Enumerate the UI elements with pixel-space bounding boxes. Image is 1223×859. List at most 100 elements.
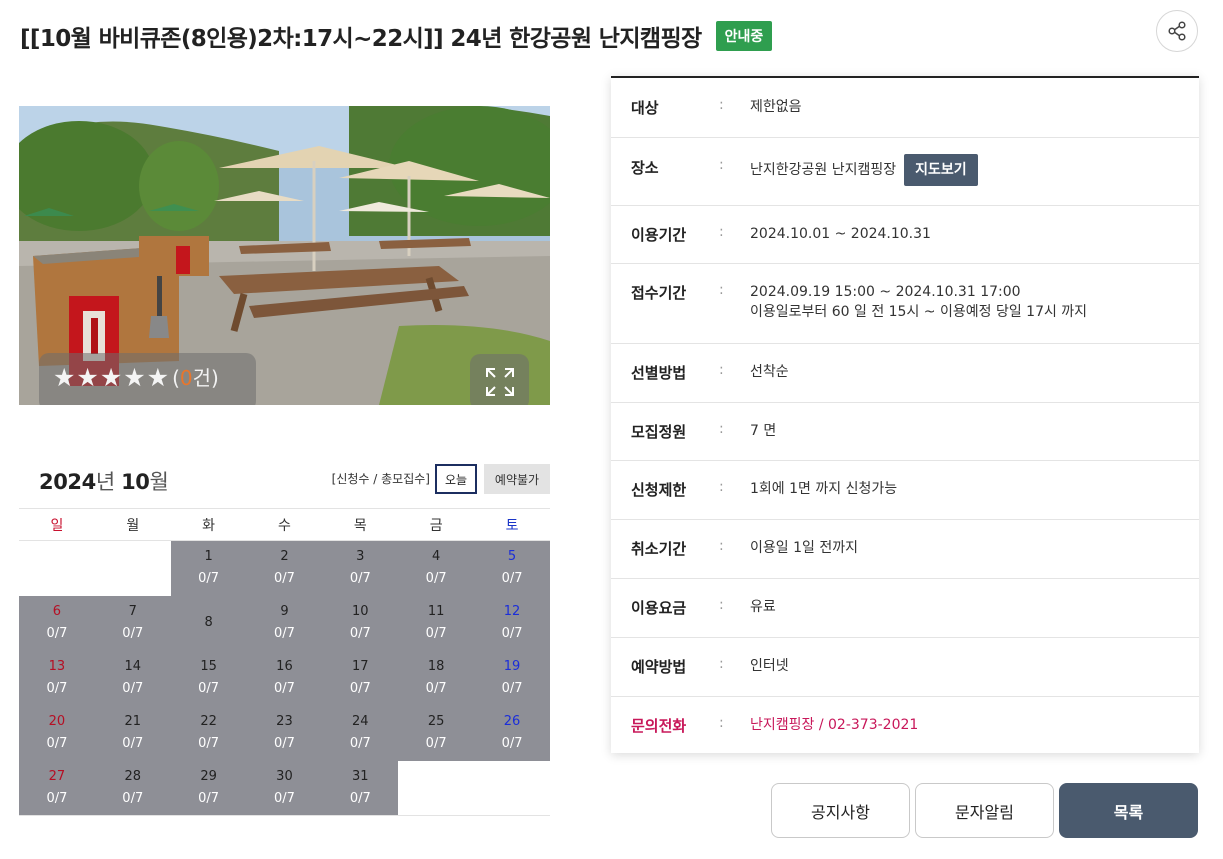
reception-rule: 이용일로부터 60 일 전 15시 ~ 이용예정 당일 17시 까지 [750,304,1088,320]
info-label-cancel: 취소기간 [631,540,687,558]
expand-button[interactable] [470,354,529,405]
calendar-week-row: 27 0/7 28 0/7 29 0/7 30 0/7 31 0/7 [19,760,550,816]
info-row-limit: 신청제한 : 1회에 1면 까지 신청가능 [611,461,1199,520]
info-label-contact: 문의전화 [631,717,687,735]
calendar-day-count: 0/7 [501,681,523,696]
weekday-header: 목 [322,508,399,541]
calendar-day-cell[interactable]: 21 0/7 [94,705,171,761]
calendar-day-number: 13 [48,659,66,674]
calendar-day-cell[interactable]: 20 0/7 [19,705,95,761]
info-colon: : [719,479,724,495]
weekday-header: 수 [246,508,323,541]
calendar-day-cell[interactable]: 28 0/7 [94,760,171,816]
info-value-reception: 2024.09.19 15:00 ~ 2024.10.31 17:00 이용일로… [750,282,1087,322]
map-button[interactable]: 지도보기 [904,154,978,186]
info-colon: : [719,157,724,173]
info-label-capacity: 모집정원 [631,423,687,441]
info-colon: : [719,715,724,731]
calendar-day-cell[interactable]: 16 0/7 [246,650,323,706]
calendar-day-number: 26 [503,714,521,729]
calendar-day-number: 25 [427,714,445,729]
calendar-month-title: 2024년 10월 [39,466,169,496]
calendar-day-cell[interactable]: 5 0/7 [474,540,550,596]
calendar-day-cell[interactable]: 11 0/7 [398,595,475,651]
weekday-header: 토 [474,508,550,541]
calendar-empty-cell [19,540,95,596]
calendar-day-cell[interactable]: 25 0/7 [398,705,475,761]
weekday-header: 월 [94,508,171,541]
calendar-day-number: 10 [352,604,369,619]
calendar-day-number: 17 [352,659,369,674]
calendar-empty-cell [398,760,475,816]
calendar-day-cell[interactable]: 8 [170,595,247,651]
calendar-day-number: 27 [48,768,66,784]
info-label-reception: 접수기간 [631,284,687,302]
calendar-day-number: 15 [200,659,217,674]
calendar-day-number: 23 [276,714,293,729]
calendar-day-cell[interactable]: 6 0/7 [19,595,95,651]
calendar-day-cell[interactable]: 9 0/7 [246,595,323,651]
calendar-day-cell[interactable]: 29 0/7 [170,760,247,816]
calendar-day-count: 0/7 [198,681,220,696]
calendar-day-cell[interactable]: 1 0/7 [170,540,247,596]
calendar-day-cell[interactable]: 26 0/7 [474,705,550,761]
calendar-day-cell[interactable]: 22 0/7 [170,705,247,761]
calendar-day-number: 6 [52,604,62,619]
calendar-day-cell[interactable]: 15 0/7 [170,650,247,706]
calendar-day-cell[interactable]: 31 0/7 [322,760,399,816]
weekday-header: 금 [398,508,475,541]
campsite-photo: ★★★★★ (0건) [19,106,550,405]
calendar-day-count: 0/7 [122,736,144,751]
calendar-day-number: 20 [48,714,66,729]
weekday-header: 일 [19,508,95,541]
calendar-day-cell[interactable]: 27 0/7 [19,760,95,816]
calendar-day-cell[interactable]: 19 0/7 [474,650,550,706]
info-value-contact[interactable]: 난지캠핑장 / 02-373-2021 [750,715,918,735]
calendar-weekday-row: 일월화수목금토 [19,508,550,541]
calendar-day-count: 0/7 [349,681,371,696]
calendar-day-cell[interactable]: 30 0/7 [246,760,323,816]
calendar-day-count: 0/7 [46,736,68,751]
calendar-day-cell[interactable]: 2 0/7 [246,540,323,596]
calendar-day-count: 0/7 [425,736,447,751]
info-value-fee: 유료 [750,599,776,615]
list-button[interactable]: 목록 [1059,783,1198,838]
unavailable-legend: 예약불가 [484,464,550,494]
calendar-day-cell[interactable]: 4 0/7 [398,540,475,596]
calendar-day-cell[interactable]: 13 0/7 [19,650,95,706]
calendar-empty-cell [474,760,550,816]
info-label-selection: 선별방법 [631,364,687,382]
calendar-day-cell[interactable]: 7 0/7 [94,595,171,651]
calendar-day-cell[interactable]: 23 0/7 [246,705,323,761]
sms-alert-button[interactable]: 문자알림 [915,783,1054,838]
calendar-day-cell[interactable]: 17 0/7 [322,650,399,706]
calendar-day-cell[interactable]: 24 0/7 [322,705,399,761]
today-button[interactable]: 오늘 [435,464,477,494]
calendar-day-cell[interactable]: 14 0/7 [94,650,171,706]
share-button[interactable] [1156,10,1198,52]
expand-icon [485,368,514,396]
info-row-method: 예약방법 : 인터넷 [611,638,1199,697]
info-row-selection: 선별방법 : 선착순 [611,344,1199,403]
info-row-capacity: 모집정원 : 7 면 [611,403,1199,461]
calendar-day-number: 21 [124,714,142,729]
calendar-day-cell[interactable]: 18 0/7 [398,650,475,706]
calendar-day-count: 0/7 [349,736,371,751]
rating-open: ( [172,366,180,390]
calendar-day-count: 0/7 [46,626,68,641]
info-colon: : [719,362,724,378]
info-colon: : [719,282,724,298]
calendar-day-count: 0/7 [46,681,68,696]
rating-suffix: 건) [192,366,219,390]
calendar-day-cell[interactable]: 12 0/7 [474,595,550,651]
calendar-day-cell[interactable]: 10 0/7 [322,595,399,651]
info-row-contact: 문의전화 : 난지캠핑장 / 02-373-2021 [611,697,1199,754]
info-label-target: 대상 [631,99,659,117]
info-row-cancel: 취소기간 : 이용일 1일 전까지 [611,520,1199,579]
notice-button[interactable]: 공지사항 [771,783,910,838]
info-row-reception: 접수기간 : 2024.09.19 15:00 ~ 2024.10.31 17:… [611,264,1199,344]
calendar-day-cell[interactable]: 3 0/7 [322,540,399,596]
calendar-day-number: 4 [432,549,441,565]
info-value-cancel: 이용일 1일 전까지 [750,540,858,556]
calendar-day-number: 3 [356,549,365,565]
